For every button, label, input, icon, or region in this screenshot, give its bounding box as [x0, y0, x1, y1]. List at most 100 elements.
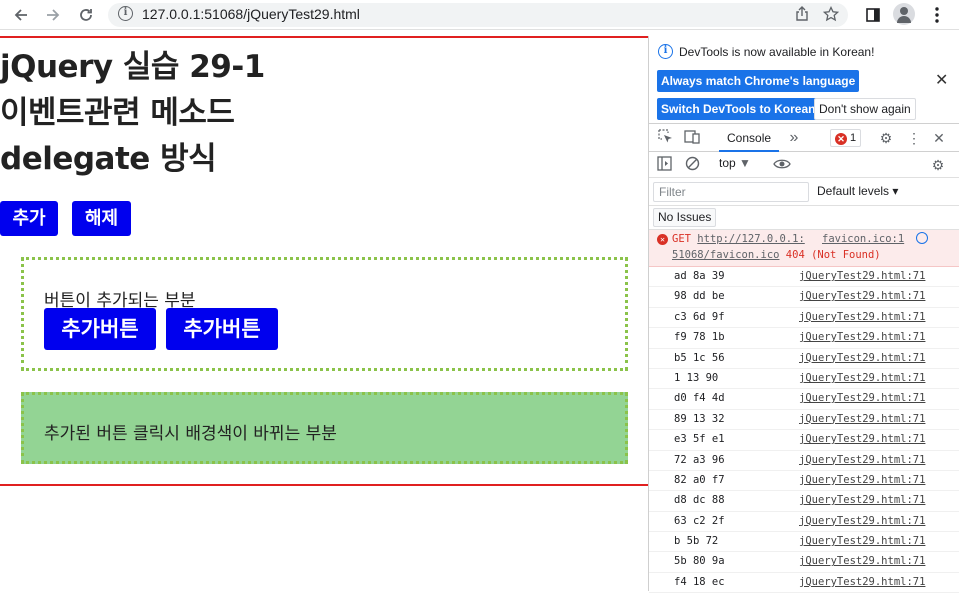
log-message: b5 1c 56: [674, 351, 725, 364]
log-row: f4 18 ec jQueryTest29.html:71: [649, 573, 959, 593]
log-message: f4 18 ec: [674, 575, 725, 588]
infobar-text: DevTools is now available in Korean!: [679, 45, 875, 59]
arrow-right-icon: [47, 9, 60, 21]
reload-button[interactable]: [75, 4, 97, 26]
log-message: 72 a3 96: [674, 453, 725, 466]
console-log-list: ad 8a 39 jQueryTest29.html:71 98 dd be jQue…: [649, 267, 959, 593]
back-button[interactable]: [10, 4, 32, 26]
no-issues-button[interactable]: No Issues: [653, 208, 717, 227]
log-row: d8 dc 88 jQueryTest29.html:71: [649, 491, 959, 512]
side-panel-icon[interactable]: [862, 4, 884, 26]
log-source-link[interactable]: jQueryTest29.html:71: [799, 372, 925, 384]
share-icon[interactable]: [794, 6, 810, 26]
remove-button[interactable]: 해제: [72, 201, 131, 236]
log-message: d0 f4 4d: [674, 392, 725, 405]
log-source-link[interactable]: jQueryTest29.html:71: [799, 555, 925, 567]
log-row: b 5b 72 jQueryTest29.html:71: [649, 532, 959, 553]
title-line-3: delegate 방식: [0, 141, 217, 177]
log-message: 63 c2 2f: [674, 514, 725, 527]
menu-dots-icon[interactable]: [926, 4, 948, 26]
added-button[interactable]: 추가버튼: [44, 308, 156, 350]
error-url-link-2[interactable]: 51068/favicon.ico: [672, 249, 779, 261]
more-tabs-icon[interactable]: »: [785, 129, 803, 147]
error-url-link[interactable]: http://127.0.0.1:: [697, 233, 804, 245]
dropdown-arrow-icon: ▼: [739, 156, 751, 170]
log-message: ad 8a 39: [674, 270, 725, 282]
tab-console[interactable]: Console: [719, 124, 780, 152]
bottom-divider: [0, 484, 648, 486]
log-source-link[interactable]: jQueryTest29.html:71: [799, 535, 925, 547]
added-button[interactable]: 추가버튼: [166, 308, 278, 350]
log-message: 82 a0 f7: [674, 473, 725, 486]
log-source-link[interactable]: jQueryTest29.html:71: [799, 576, 925, 588]
site-info-icon[interactable]: i: [118, 6, 133, 21]
context-select[interactable]: top ▼: [719, 156, 751, 170]
issues-row: No Issues: [649, 206, 959, 230]
title-line-2: 이벤트관련 메소드: [0, 95, 235, 131]
log-message: f9 78 1b: [674, 331, 725, 344]
log-source-link[interactable]: jQueryTest29.html:71: [799, 311, 925, 323]
bookmark-star-icon[interactable]: [822, 5, 840, 26]
log-message: 1 13 90: [674, 371, 719, 384]
dont-show-again-button[interactable]: Don't show again: [814, 98, 916, 120]
address-bar[interactable]: i 127.0.0.1:51068/jQueryTest29.html: [108, 3, 848, 27]
log-message: 98 dd be: [674, 290, 725, 303]
log-source-link[interactable]: jQueryTest29.html:71: [799, 454, 925, 466]
box2-label: 추가된 버튼 클릭시 배경색이 바뀌는 부분: [44, 424, 337, 444]
inspect-element-icon[interactable]: [656, 129, 674, 147]
log-message: c3 6d 9f: [674, 310, 725, 323]
clear-console-icon[interactable]: [683, 156, 701, 174]
match-language-button[interactable]: Always match Chrome's language: [657, 70, 860, 92]
arrow-left-icon: [14, 9, 27, 21]
log-source-link[interactable]: jQueryTest29.html:71: [799, 331, 925, 343]
levels-label: Default levels: [817, 184, 890, 198]
error-icon: ✕: [657, 234, 668, 245]
log-message: 89 13 32: [674, 412, 725, 425]
network-request-icon[interactable]: [916, 232, 928, 244]
error-source-link[interactable]: favicon.ico:1: [822, 233, 904, 245]
profile-avatar[interactable]: [893, 3, 915, 25]
log-source-link[interactable]: jQueryTest29.html:71: [799, 290, 925, 302]
console-toolbar: top ▼ ⚙: [649, 152, 959, 178]
log-row: e3 5f e1 jQueryTest29.html:71: [649, 430, 959, 451]
log-row: 72 a3 96 jQueryTest29.html:71: [649, 451, 959, 471]
sidebar-toggle-icon[interactable]: [655, 156, 673, 174]
url-text: 127.0.0.1:51068/jQueryTest29.html: [142, 6, 360, 22]
filter-input[interactable]: Filter: [653, 182, 809, 202]
title-line-1: jQuery 실습 29-1: [0, 49, 265, 85]
close-icon[interactable]: ✕: [935, 70, 948, 90]
switch-korean-button[interactable]: Switch DevTools to Korean: [657, 98, 820, 120]
log-source-link[interactable]: jQueryTest29.html:71: [799, 433, 925, 445]
log-row: 63 c2 2f jQueryTest29.html:71: [649, 512, 959, 533]
log-source-link[interactable]: jQueryTest29.html:71: [799, 474, 925, 486]
error-method: GET: [672, 233, 691, 245]
context-value: top: [719, 156, 736, 170]
console-settings-gear-icon[interactable]: ⚙: [929, 156, 947, 174]
console-error-row: ✕ GET http://127.0.0.1: favicon.ico:1 51…: [649, 230, 959, 267]
log-row: 82 a0 f7 jQueryTest29.html:71: [649, 471, 959, 492]
reload-icon: [80, 9, 92, 21]
add-button[interactable]: 추가: [0, 201, 58, 236]
settings-gear-icon[interactable]: ⚙: [877, 129, 895, 147]
language-infobar: i DevTools is now available in Korean! ✕…: [649, 36, 959, 124]
error-status: 404 (Not Found): [785, 249, 881, 261]
more-options-icon[interactable]: ⋮: [905, 129, 923, 147]
log-row: f9 78 1b jQueryTest29.html:71: [649, 328, 959, 349]
log-levels-dropdown[interactable]: Default levels ▾: [817, 184, 898, 198]
device-toolbar-icon[interactable]: [683, 129, 701, 147]
live-expression-eye-icon[interactable]: [773, 156, 791, 174]
log-source-link[interactable]: jQueryTest29.html:71: [799, 392, 925, 404]
error-count: 1: [850, 132, 857, 144]
log-row: 98 dd be jQueryTest29.html:71: [649, 287, 959, 308]
log-message: d8 dc 88: [674, 494, 725, 507]
close-devtools-icon[interactable]: ✕: [930, 129, 948, 147]
log-source-link[interactable]: jQueryTest29.html:71: [799, 413, 925, 425]
error-count-badge[interactable]: ✕ 1: [830, 129, 862, 147]
log-source-link[interactable]: jQueryTest29.html:71: [799, 515, 925, 527]
forward-button[interactable]: [42, 4, 64, 26]
info-icon: i: [658, 44, 673, 59]
log-message: b 5b 72: [674, 535, 719, 548]
log-source-link[interactable]: jQueryTest29.html:71: [799, 494, 925, 506]
log-source-link[interactable]: jQueryTest29.html:71: [799, 270, 925, 282]
log-source-link[interactable]: jQueryTest29.html:71: [799, 352, 925, 364]
